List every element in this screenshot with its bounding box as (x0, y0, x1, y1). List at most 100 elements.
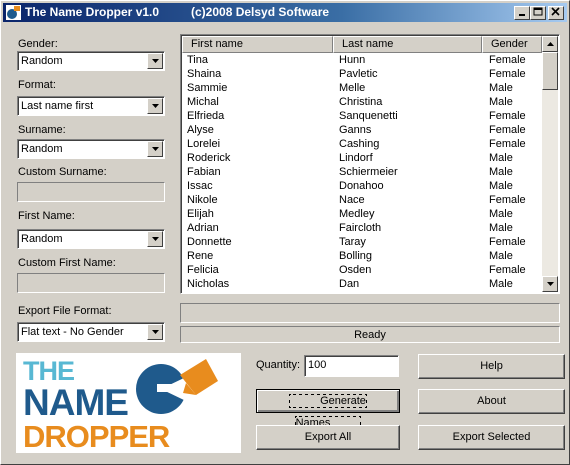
gender-cell: Female (489, 124, 526, 136)
gender-cell: Male (489, 208, 513, 220)
app-window: The Name Dropper v1.0 (c)2008 Delsyd Sof… (0, 0, 570, 465)
maximize-button[interactable] (530, 6, 546, 20)
column-header-first-name[interactable]: First name (182, 36, 333, 53)
minimize-button[interactable] (514, 6, 530, 20)
gender-cell: Female (489, 68, 526, 80)
scroll-up-button[interactable] (542, 36, 558, 52)
custom-first-name-label: Custom First Name: (18, 257, 116, 269)
close-icon (551, 7, 560, 16)
last-name-cell: Dan (339, 278, 360, 290)
chevron-down-icon (152, 330, 159, 334)
first-name-cell: Issac (187, 180, 213, 192)
logo-mark-icon (136, 359, 218, 414)
list-item[interactable]: Alyse Ganns Female (182, 123, 542, 137)
gender-cell: Female (489, 138, 526, 150)
chevron-down-icon (152, 104, 159, 108)
first-name-cell: Fabian (187, 166, 221, 178)
last-name-cell: Osden (339, 264, 372, 276)
generate-names-label: Generate Names (289, 394, 367, 430)
list-item[interactable]: Donnette Taray Female (182, 235, 542, 249)
status-bar: Ready (180, 326, 560, 343)
export-format-dropdown[interactable]: Flat text - No Gender (17, 322, 165, 342)
list-item[interactable]: Tina Hunn Female (182, 53, 542, 67)
title-bar[interactable]: The Name Dropper v1.0 (c)2008 Delsyd Sof… (3, 3, 567, 22)
list-scrollbar[interactable] (542, 36, 558, 292)
last-name-cell: Christina (339, 96, 383, 108)
gender-cell: Female (489, 194, 526, 206)
list-item[interactable]: Nikole Nace Female (182, 193, 542, 207)
scroll-thumb[interactable] (542, 52, 558, 90)
list-item[interactable]: Lorelei Cashing Female (182, 137, 542, 151)
chevron-down-icon (152, 237, 159, 241)
list-item[interactable]: Fabian Schiermeier Male (182, 165, 542, 179)
progress-bar (180, 303, 560, 323)
export-format-label: Export File Format: (18, 305, 112, 317)
first-name-cell: Roderick (187, 152, 231, 164)
gender-dropdown-button[interactable] (147, 53, 163, 69)
last-name-cell: Melle (339, 82, 366, 94)
export-format-dropdown-button[interactable] (147, 324, 163, 340)
first-name-cell: Felicia (187, 264, 219, 276)
last-name-cell: Hunn (339, 54, 366, 66)
gender-cell: Male (489, 180, 513, 192)
generate-names-button[interactable]: Generate Names (256, 389, 400, 430)
about-button[interactable]: About (418, 389, 565, 414)
gender-cell: Female (489, 264, 526, 276)
column-header-gender[interactable]: Gender (482, 36, 542, 53)
list-item[interactable]: Shaina Pavletic Female (182, 67, 542, 81)
list-header: First name Last name Gender (182, 36, 542, 53)
last-name-cell: Ganns (339, 124, 372, 136)
export-all-button[interactable]: Export All (256, 425, 400, 450)
list-item[interactable]: Elfrieda Sanquenetti Female (182, 109, 542, 123)
gender-cell: Male (489, 166, 513, 178)
gender-cell: Male (489, 96, 513, 108)
first-name-cell: Donnette (187, 236, 232, 248)
gender-cell: Female (489, 110, 526, 122)
quantity-label: Quantity: (256, 359, 301, 371)
last-name-cell: Sanquenetti (339, 110, 398, 122)
export-selected-button[interactable]: Export Selected (418, 425, 565, 450)
last-name-cell: Nace (339, 194, 365, 206)
last-name-cell: Donahoo (339, 180, 384, 192)
last-name-cell: Taray (339, 236, 366, 248)
gender-value: Random (21, 55, 63, 67)
names-list[interactable]: First name Last name Gender Tina Hunn Fema… (180, 34, 560, 294)
status-text: Ready (354, 329, 386, 341)
custom-surname-field[interactable] (17, 182, 165, 202)
quantity-input[interactable]: 100 (304, 355, 399, 377)
first-name-dropdown-button[interactable] (147, 231, 163, 247)
list-item[interactable]: Issac Donahoo Male (182, 179, 542, 193)
surname-value: Random (21, 143, 63, 155)
help-button[interactable]: Help (418, 354, 565, 379)
surname-dropdown-button[interactable] (147, 141, 163, 157)
list-item[interactable]: Nicholas Dan Male (182, 277, 542, 291)
last-name-cell: Lindorf (339, 152, 373, 164)
gender-cell: Male (489, 222, 513, 234)
custom-first-name-field[interactable] (17, 273, 165, 293)
close-button[interactable] (548, 6, 564, 20)
gender-label: Gender: (18, 38, 58, 50)
format-dropdown-button[interactable] (147, 98, 163, 114)
list-item[interactable]: Felicia Osden Female (182, 263, 542, 277)
first-name-dropdown[interactable]: Random (17, 229, 165, 249)
list-item[interactable]: Sammie Melle Male (182, 81, 542, 95)
gender-cell: Female (489, 236, 526, 248)
gender-cell: Male (489, 82, 513, 94)
list-item[interactable]: Roderick Lindorf Male (182, 151, 542, 165)
list-item[interactable]: Michal Christina Male (182, 95, 542, 109)
list-item[interactable]: Rene Bolling Male (182, 249, 542, 263)
surname-label: Surname: (18, 124, 66, 136)
custom-surname-label: Custom Surname: (18, 166, 107, 178)
gender-dropdown[interactable]: Random (17, 51, 165, 71)
surname-dropdown[interactable]: Random (17, 139, 165, 159)
app-icon (6, 5, 21, 20)
list-item[interactable]: Elijah Medley Male (182, 207, 542, 221)
gender-cell: Male (489, 250, 513, 262)
list-item[interactable]: Adrian Faircloth Male (182, 221, 542, 235)
gender-cell: Male (489, 152, 513, 164)
scroll-down-button[interactable] (542, 276, 558, 292)
maximize-icon (533, 7, 543, 16)
gender-cell: Female (489, 54, 526, 66)
column-header-last-name[interactable]: Last name (333, 36, 482, 53)
format-dropdown[interactable]: Last name first (17, 96, 165, 116)
